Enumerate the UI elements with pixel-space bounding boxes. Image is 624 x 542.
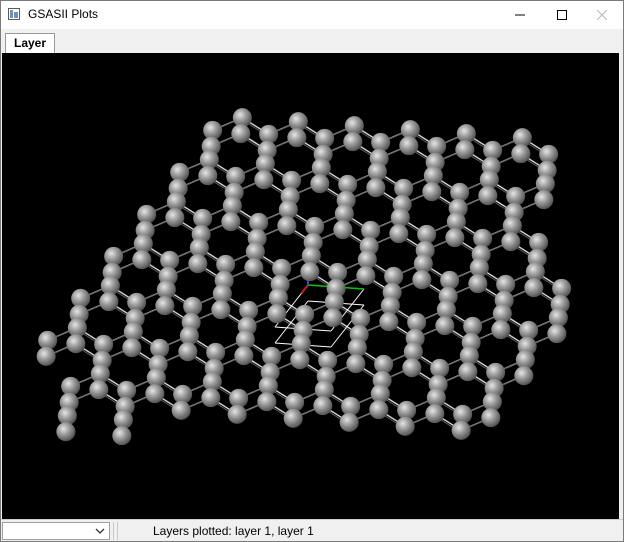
atom xyxy=(524,278,544,298)
tab-layer[interactable]: Layer xyxy=(5,33,56,53)
axis-b xyxy=(300,284,309,295)
atom xyxy=(481,408,501,428)
atom xyxy=(257,392,277,412)
atom xyxy=(267,304,287,324)
atom xyxy=(402,358,422,378)
minimize-button[interactable] xyxy=(497,1,543,29)
atom xyxy=(458,362,478,382)
atom xyxy=(165,208,185,228)
atom xyxy=(178,342,198,362)
atom xyxy=(211,300,231,320)
atom xyxy=(227,404,247,424)
title-bar[interactable]: GSASII Plots xyxy=(1,1,623,29)
atom xyxy=(343,132,363,152)
atoms-layer xyxy=(36,108,572,446)
atom xyxy=(99,292,119,312)
atom xyxy=(501,232,521,252)
chevron-down-icon xyxy=(95,528,105,534)
atom xyxy=(244,258,264,278)
plot-selector-dropdown[interactable] xyxy=(2,522,110,540)
window-title: GSASII Plots xyxy=(28,7,99,21)
atom xyxy=(171,400,191,420)
atom xyxy=(395,416,415,436)
atom xyxy=(36,346,56,366)
gsasii-plots-window: GSASII Plots Layer Layers plotted: layer… xyxy=(0,0,624,542)
atom xyxy=(511,144,531,164)
atom xyxy=(231,124,251,144)
status-separator xyxy=(113,522,114,540)
atom xyxy=(455,140,475,160)
atom xyxy=(346,354,366,374)
atom xyxy=(366,178,386,198)
atom xyxy=(514,366,534,386)
atom xyxy=(122,338,142,358)
atom xyxy=(379,312,399,332)
app-icon xyxy=(8,8,20,20)
atom xyxy=(323,308,343,328)
atom xyxy=(435,316,455,336)
atom xyxy=(534,190,554,210)
atom xyxy=(66,334,86,354)
minimize-icon xyxy=(515,14,525,16)
layer-structure-plot[interactable] xyxy=(2,53,619,519)
atom xyxy=(254,170,274,190)
status-text: Layers plotted: layer 1, layer 1 xyxy=(153,524,314,538)
atom xyxy=(313,396,333,416)
atom xyxy=(290,350,310,370)
atom xyxy=(425,404,445,424)
atom xyxy=(547,324,567,344)
maximize-icon xyxy=(557,10,567,20)
atom xyxy=(445,228,465,248)
atom xyxy=(300,262,320,282)
atom xyxy=(283,408,303,428)
layer-plot-canvas[interactable] xyxy=(2,53,619,519)
atom xyxy=(56,422,76,442)
status-separator xyxy=(117,522,118,540)
tab-strip: Layer xyxy=(1,29,623,53)
atom xyxy=(422,182,442,202)
atom xyxy=(468,274,488,294)
status-bar: Layers plotted: layer 1, layer 1 xyxy=(1,519,623,541)
atom xyxy=(198,166,218,186)
atom xyxy=(201,388,221,408)
atom xyxy=(287,128,307,148)
atom xyxy=(112,426,132,446)
close-button[interactable] xyxy=(579,1,623,29)
atom xyxy=(277,216,297,236)
atom xyxy=(310,174,330,194)
atom xyxy=(188,254,208,274)
atom xyxy=(478,186,498,206)
atom xyxy=(399,136,419,156)
atom xyxy=(356,266,376,286)
atom xyxy=(451,420,471,440)
atom xyxy=(89,380,109,400)
atom xyxy=(491,320,511,340)
atom xyxy=(234,346,254,366)
atom xyxy=(369,400,389,420)
atom xyxy=(333,220,353,240)
atom xyxy=(389,224,409,244)
atom xyxy=(145,384,165,404)
atom xyxy=(132,250,152,270)
atom xyxy=(221,212,241,232)
close-icon xyxy=(597,10,607,20)
atom xyxy=(155,296,175,316)
atom xyxy=(412,270,432,290)
atom xyxy=(339,412,359,432)
